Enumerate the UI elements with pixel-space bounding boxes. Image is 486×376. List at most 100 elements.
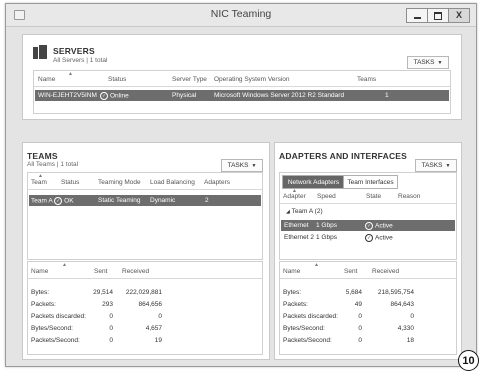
adapters-title: ADAPTERS AND INTERFACES — [279, 151, 408, 161]
col-header-name[interactable]: Name — [38, 76, 55, 83]
stat-received: 4,330 — [397, 325, 414, 332]
adapters-tabs: Network Adapters Team Interfaces — [280, 175, 456, 189]
tab-team-interfaces[interactable]: Team Interfaces — [343, 175, 398, 189]
server-type-cell: Physical — [172, 92, 197, 99]
check-circle-icon: ✓ — [365, 222, 373, 230]
window-controls: X — [406, 8, 470, 23]
col-header-state[interactable]: State — [366, 193, 381, 200]
stat-sent: 0 — [109, 313, 113, 320]
teams-subtitle: All Teams | 1 total — [27, 161, 79, 168]
teams-title: TEAMS — [27, 151, 58, 161]
stat-received: 18 — [406, 337, 414, 344]
stat-label: Packets/Second: — [31, 337, 80, 344]
stat-received: 222,029,881 — [125, 289, 162, 296]
col-header-team[interactable]: Team — [31, 179, 47, 186]
stat-sent: 49 — [354, 301, 362, 308]
col-header-speed[interactable]: Speed — [317, 193, 336, 200]
close-button[interactable]: X — [448, 8, 470, 23]
stats-col-received[interactable]: Received — [372, 268, 399, 275]
stat-sent: 0 — [358, 313, 362, 320]
servers-grid: ▲ Name Status Server Type Operating Syst… — [33, 70, 451, 114]
stats-col-received[interactable]: Received — [122, 268, 149, 275]
stat-sent: 293 — [102, 301, 113, 308]
adapter-name-cell: Ethernet 2 — [284, 234, 314, 241]
sort-asc-icon: ▲ — [314, 262, 319, 268]
stat-label: Bytes/Second: — [283, 325, 325, 332]
team-adapters-cell: 2 — [205, 197, 209, 204]
stat-sent: 0 — [109, 325, 113, 332]
minimize-button[interactable] — [406, 8, 428, 23]
col-header-status[interactable]: Status — [108, 76, 126, 83]
col-header-server-type[interactable]: Server Type — [172, 76, 207, 83]
maximize-button[interactable] — [427, 8, 449, 23]
col-header-status[interactable]: Status — [61, 179, 79, 186]
table-row[interactable]: WIN-EJEHT2V5INM ✓ Online Physical Microso… — [35, 90, 449, 101]
stat-received: 0 — [158, 313, 162, 320]
nic-teaming-window: NIC Teaming X SERVERS All Servers | 1 to… — [5, 3, 477, 367]
col-header-teaming-mode[interactable]: Teaming Mode — [98, 179, 141, 186]
step-number-badge: 10 — [458, 350, 479, 371]
col-header-reason[interactable]: Reason — [398, 193, 420, 200]
stat-sent: 0 — [358, 337, 362, 344]
chevron-down-icon: ▼ — [251, 162, 257, 169]
stats-col-name[interactable]: Name — [31, 268, 48, 275]
adapters-tasks-button[interactable]: TASKS ▼ — [415, 159, 457, 172]
stats-col-sent[interactable]: Sent — [344, 268, 357, 275]
stats-col-sent[interactable]: Sent — [94, 268, 107, 275]
chevron-down-icon: ▼ — [445, 162, 451, 169]
tab-network-adapters[interactable]: Network Adapters — [282, 175, 345, 189]
stat-sent: 0 — [358, 325, 362, 332]
team-mode-cell: Static Teaming — [98, 197, 141, 204]
check-circle-icon: ✓ — [100, 92, 108, 100]
servers-tasks-button[interactable]: TASKS ▼ — [407, 56, 449, 69]
col-header-teams[interactable]: Teams — [357, 76, 376, 83]
adapters-panel: ADAPTERS AND INTERFACES TASKS ▼ Network A… — [274, 142, 462, 360]
maximize-icon — [434, 11, 442, 20]
servers-subtitle: All Servers | 1 total — [53, 57, 108, 64]
table-row[interactable]: Ethernet 2 1 Gbps ✓ Active — [281, 232, 455, 243]
stat-received: 218,595,754 — [377, 289, 414, 296]
table-row[interactable]: Team A ✓ OK Static Teaming Dynamic 2 — [29, 195, 261, 206]
stat-received: 0 — [410, 313, 414, 320]
stat-label: Bytes: — [31, 289, 50, 296]
stat-sent: 0 — [109, 337, 113, 344]
stat-received: 4,657 — [145, 325, 162, 332]
sort-asc-icon: ▲ — [62, 262, 67, 268]
adapter-name-cell: Ethernet — [284, 222, 309, 229]
stat-received: 864,656 — [138, 301, 163, 308]
col-header-os-version[interactable]: Operating System Version — [214, 76, 290, 83]
chevron-down-icon: ▼ — [437, 59, 443, 66]
minimize-icon — [413, 17, 421, 19]
servers-panel: SERVERS All Servers | 1 total TASKS ▼ ▲ N… — [22, 34, 462, 120]
stat-label: Packets: — [31, 301, 56, 308]
adapter-state-cell: ✓ Active — [365, 234, 393, 242]
stat-received: 864,643 — [390, 301, 415, 308]
adapter-speed-cell: 1 Gbps — [316, 234, 337, 241]
stats-col-name[interactable]: Name — [283, 268, 300, 275]
adapters-stats-grid: ▲ Name Sent Received Bytes: 5,684 218,59… — [279, 261, 457, 355]
table-row[interactable]: Ethernet 1 Gbps ✓ Active — [281, 220, 455, 231]
triangle-down-icon: ◢ — [286, 209, 290, 215]
teams-panel: TEAMS All Teams | 1 total TASKS ▼ ▲ Team … — [22, 142, 270, 360]
adapter-speed-cell: 1 Gbps — [316, 222, 337, 229]
stat-label: Packets: — [283, 301, 308, 308]
team-lb-cell: Dynamic — [150, 197, 176, 204]
server-os-cell: Microsoft Windows Server 2012 R2 Standar… — [214, 92, 345, 99]
col-header-adapter[interactable]: Adapter — [283, 193, 306, 200]
check-circle-icon: ✓ — [365, 234, 373, 242]
stat-received: 19 — [154, 337, 162, 344]
stat-label: Bytes/Second: — [31, 325, 73, 332]
col-header-load-balancing[interactable]: Load Balancing — [150, 179, 195, 186]
server-status-cell: ✓ Online — [100, 92, 129, 100]
team-name-cell: Team A ✓ OK — [31, 197, 74, 205]
sort-asc-icon: ▲ — [68, 71, 73, 77]
stat-label: Bytes: — [283, 289, 302, 296]
stat-sent: 5,684 — [345, 289, 362, 296]
team-group-header[interactable]: ◢ Team A (2) — [286, 208, 323, 215]
server-icon — [33, 45, 47, 59]
stat-sent: 29,514 — [93, 289, 113, 296]
teams-tasks-button[interactable]: TASKS ▼ — [221, 159, 263, 172]
adapter-state-cell: ✓ Active — [365, 222, 393, 230]
server-teams-cell: 1 — [385, 92, 389, 99]
col-header-adapters[interactable]: Adapters — [204, 179, 230, 186]
